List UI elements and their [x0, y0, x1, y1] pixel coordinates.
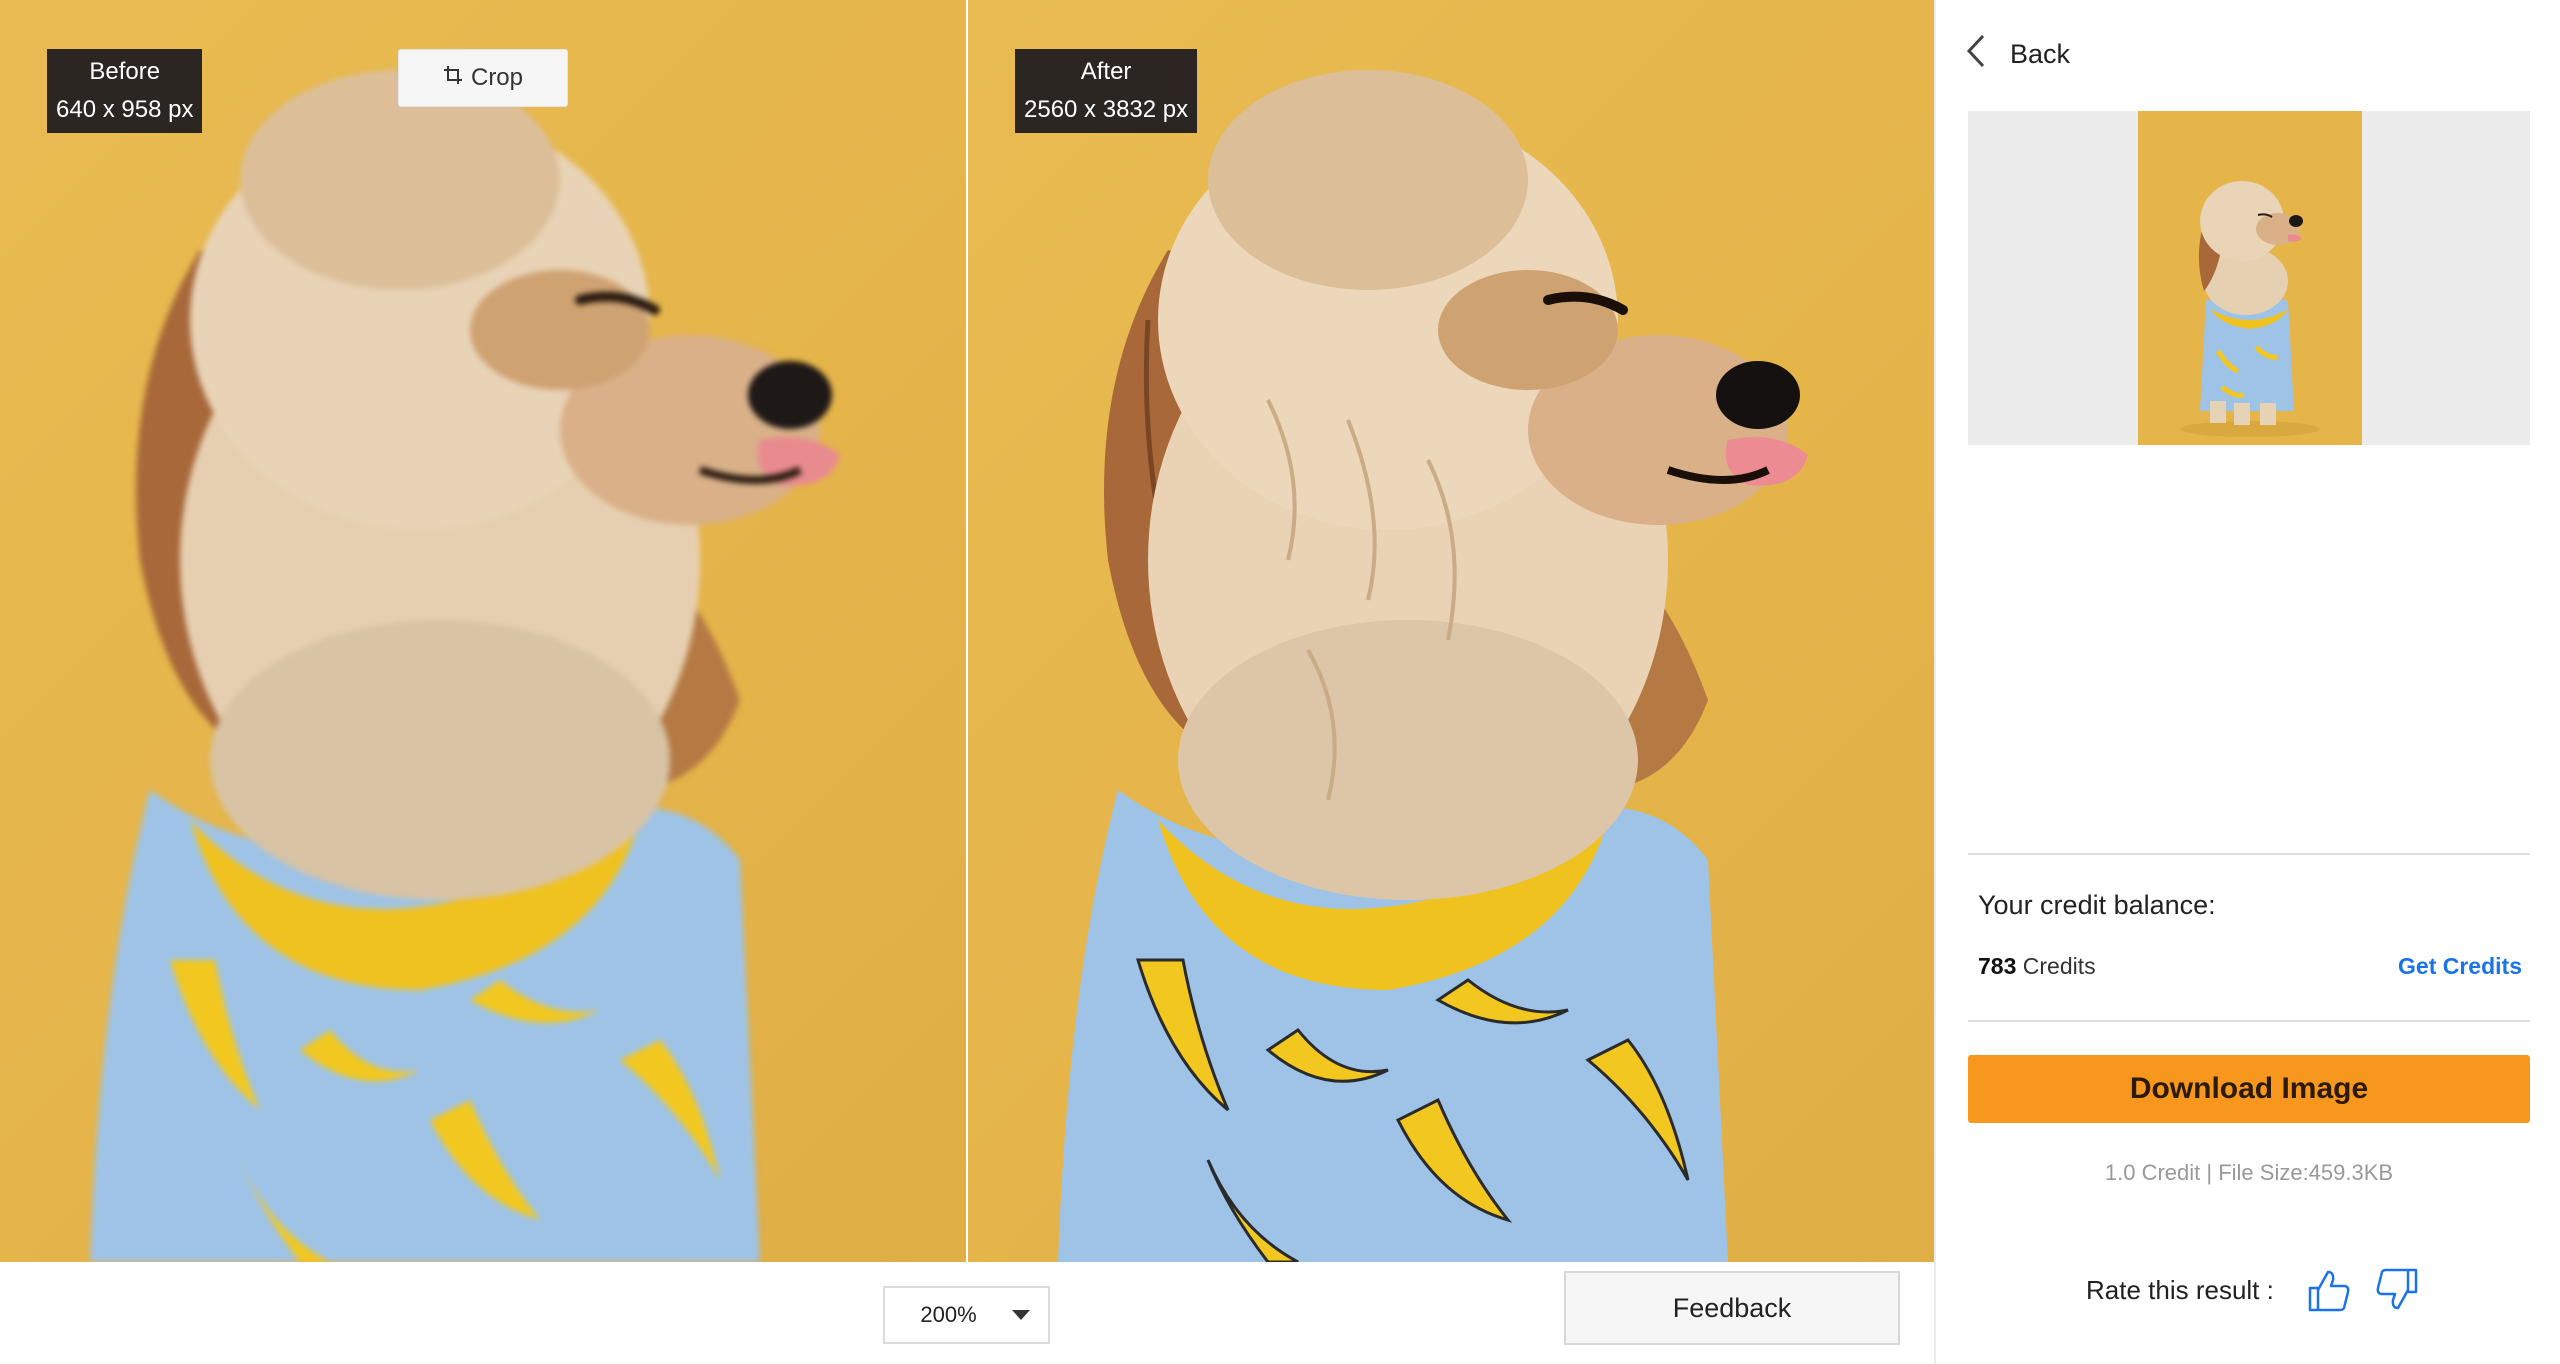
zoom-value: 200%: [920, 1302, 977, 1327]
credit-unit: Credits: [2022, 953, 2096, 979]
back-button[interactable]: Back: [1966, 34, 2070, 75]
rate-result-row: Rate this result :: [2086, 1268, 2418, 1312]
download-label: Download Image: [2129, 1072, 2369, 1105]
zoom-select[interactable]: 200%: [883, 1286, 1050, 1344]
feedback-label: Feedback: [1672, 1292, 1792, 1323]
crop-button[interactable]: Crop: [398, 49, 568, 107]
before-size: 640 x 958 px: [56, 96, 194, 123]
credit-balance-title: Your credit balance:: [1978, 890, 2216, 920]
after-dog-photo: [1058, 70, 1808, 1262]
divider-line: [1968, 1020, 2530, 1022]
after-label-tag: After 2560 x 3832 px: [1015, 49, 1198, 133]
before-label: Before: [89, 58, 161, 85]
crop-icon: [443, 64, 463, 92]
feedback-button[interactable]: Feedback: [1564, 1271, 1900, 1345]
divider-line: [1968, 853, 2530, 855]
result-sidebar: Back Your credit balance: 783 Credits Ge…: [1934, 0, 2560, 1364]
credit-amount: 783: [1978, 953, 2017, 979]
rate-label: Rate this result :: [2086, 1274, 2274, 1305]
before-label-tag: Before 640 x 958 px: [47, 49, 203, 133]
download-image-button[interactable]: Download Image: [1968, 1055, 2530, 1123]
credit-balance-value: 783 Credits: [1978, 953, 2096, 980]
image-comparison-viewer: Before 640 x 958 px Crop After 2560 x 38…: [0, 0, 1934, 1364]
result-thumbnail-frame: [1968, 111, 2530, 445]
thumbs-down-icon[interactable]: [2376, 1268, 2418, 1312]
after-image-pane: [968, 0, 1934, 1262]
back-label: Back: [2010, 39, 2071, 69]
after-size: 2560 x 3832 px: [1024, 96, 1189, 123]
chevron-left-icon: [1966, 34, 1986, 75]
before-image-pane: [0, 0, 966, 1262]
thumbs-up-icon[interactable]: [2308, 1268, 2350, 1312]
get-credits-link[interactable]: Get Credits: [2398, 953, 2522, 980]
thumbnail-dog-image: [2180, 181, 2320, 437]
before-dog-photo: [90, 70, 840, 1262]
result-thumbnail[interactable]: [2138, 111, 2362, 445]
file-info-text: 1.0 Credit | File Size:459.3KB: [2104, 1160, 2394, 1185]
dropdown-caret-icon: [1012, 1310, 1030, 1320]
after-label: After: [1080, 58, 1132, 85]
crop-label: Crop: [470, 64, 524, 91]
